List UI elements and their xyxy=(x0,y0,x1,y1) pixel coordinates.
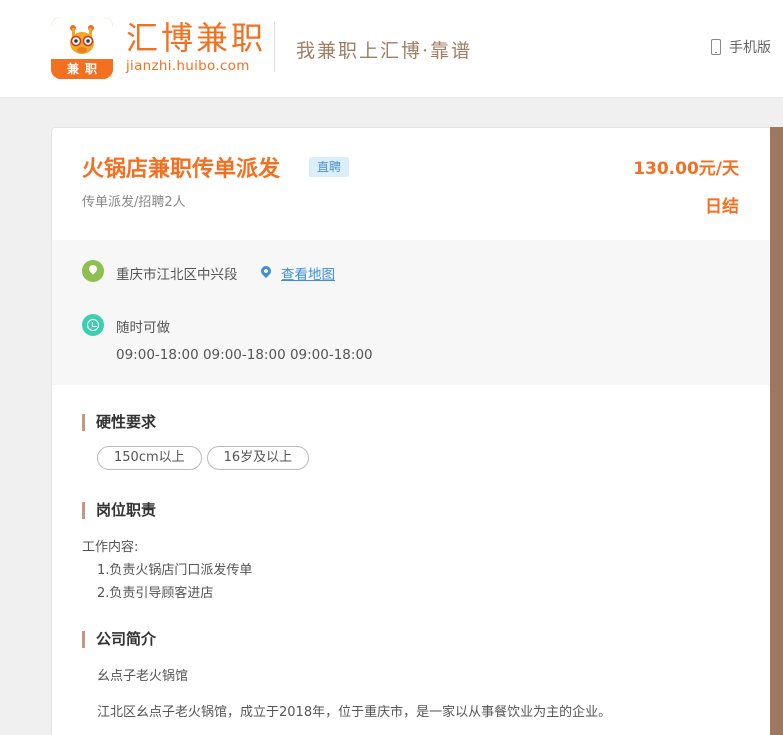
site-logo[interactable]: 兼职 xyxy=(51,17,113,79)
salary: 130.00元/天 xyxy=(633,159,739,179)
requirement-tags: 150cm以上 16岁及以上 xyxy=(97,446,310,470)
brand[interactable]: 汇博兼职 jianzhi.huibo.com xyxy=(126,18,266,74)
slogan: 我兼职上汇博·靠谱 xyxy=(296,40,473,62)
mobile-version-link[interactable]: 手机版 xyxy=(711,37,771,57)
section-title-duties: 岗位职责 xyxy=(82,502,156,519)
section-title-company: 公司简介 xyxy=(82,631,156,648)
work-time-label: 随时可做 xyxy=(116,320,170,336)
company-description: 江北区幺点子老火锅馆，成立于2018年，位于重庆市，是一家以从事餐饮业为主的企业… xyxy=(97,705,612,720)
job-subinfo: 传单派发/招聘2人 xyxy=(82,195,186,210)
logo-face xyxy=(51,17,113,61)
brand-name: 汇博兼职 xyxy=(126,19,267,57)
section-title-requirements: 硬性要求 xyxy=(82,414,156,431)
direct-hire-badge: 直聘 xyxy=(309,157,350,177)
settlement-type: 日结 xyxy=(705,197,739,217)
duty-item: 1.负责火锅店门口派发传单 xyxy=(97,563,253,578)
requirement-tag: 16岁及以上 xyxy=(206,446,310,470)
duty-item: 2.负责引导顾客进店 xyxy=(97,586,214,601)
site-header: 兼职 汇博兼职 jianzhi.huibo.com 我兼职上汇博·靠谱 手机版 xyxy=(0,0,783,98)
job-detail-card: 火锅店兼职传单派发 直聘 传单派发/招聘2人 130.00元/天 日结 重庆市江… xyxy=(51,127,783,735)
job-info-block: 重庆市江北区中兴段 查看地图 随时可做 09:00-18:00 09:00-18… xyxy=(52,240,771,385)
clock-icon xyxy=(82,314,104,336)
brand-domain: jianzhi.huibo.com xyxy=(126,58,250,74)
job-location: 重庆市江北区中兴段 xyxy=(116,267,238,283)
duties-heading: 工作内容: xyxy=(82,540,139,555)
company-name: 幺点子老火锅馆 xyxy=(97,669,189,684)
location-icon xyxy=(82,260,104,282)
giraffe-icon xyxy=(70,25,94,54)
job-duties: 工作内容: 1.负责火锅店门口派发传单 2.负责引导顾客进店 xyxy=(82,536,252,605)
header-divider xyxy=(274,22,275,72)
view-map-link[interactable]: 查看地图 xyxy=(281,263,335,283)
job-title: 火锅店兼职传单派发 xyxy=(82,157,281,182)
phone-icon xyxy=(711,39,721,55)
work-time-ranges: 09:00-18:00 09:00-18:00 09:00-18:00 xyxy=(116,347,373,363)
mobile-version-label: 手机版 xyxy=(729,40,771,56)
logo-badge: 兼职 xyxy=(51,59,113,79)
map-pin-icon[interactable] xyxy=(258,263,274,279)
requirement-tag: 150cm以上 xyxy=(97,446,202,470)
right-side-bar xyxy=(770,127,783,735)
